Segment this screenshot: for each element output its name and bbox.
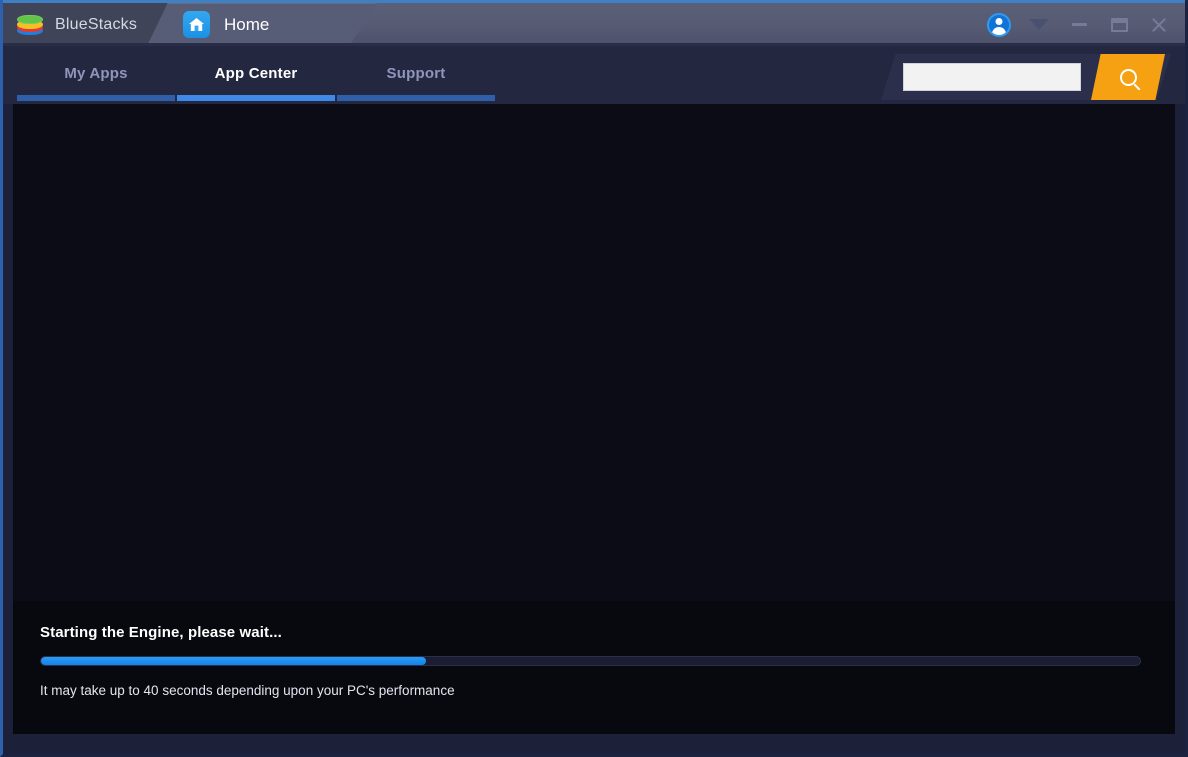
app-stage: [13, 104, 1175, 601]
search-icon: [1120, 69, 1137, 86]
account-avatar-icon[interactable]: [979, 3, 1019, 46]
window-bottom-strip: [3, 734, 1185, 754]
engine-loading-panel: Starting the Engine, please wait... It m…: [13, 601, 1175, 734]
navigation-tabs: My Apps App Center Support: [16, 46, 496, 104]
tab-support-label: Support: [387, 65, 446, 82]
content-area: Starting the Engine, please wait... It m…: [3, 104, 1185, 734]
tab-my-apps-label: My Apps: [64, 65, 127, 82]
loading-title: Starting the Engine, please wait...: [40, 624, 282, 641]
tab-app-center-underline: [177, 95, 335, 101]
search-area: [881, 54, 1171, 100]
close-icon[interactable]: [1139, 3, 1179, 46]
loading-subtitle: It may take up to 40 seconds depending u…: [40, 683, 455, 698]
search-button[interactable]: [1091, 54, 1165, 100]
tab-support[interactable]: Support: [336, 46, 496, 104]
navigation-bar: My Apps App Center Support: [3, 46, 1185, 106]
tab-app-center-label: App Center: [215, 65, 298, 82]
loading-progress-bar: [40, 656, 1141, 666]
window-tab-home[interactable]: Home: [147, 3, 377, 46]
title-bar: BlueStacks Home: [3, 0, 1185, 46]
window-tab-home-label: Home: [224, 15, 269, 35]
home-house-icon: [183, 11, 210, 38]
maximize-icon[interactable]: [1099, 3, 1139, 46]
tab-support-underline: [337, 95, 495, 101]
search-input[interactable]: [903, 63, 1081, 91]
tab-my-apps[interactable]: My Apps: [16, 46, 176, 104]
tab-app-center[interactable]: App Center: [176, 46, 336, 104]
loading-progress-fill: [41, 657, 426, 665]
bluestacks-window: BlueStacks Home: [0, 0, 1188, 757]
brand-slab: BlueStacks: [3, 3, 175, 46]
tab-my-apps-underline: [17, 95, 175, 101]
brand-name: BlueStacks: [55, 16, 137, 34]
chevron-down-icon[interactable]: [1019, 3, 1059, 46]
minimize-icon[interactable]: [1059, 3, 1099, 46]
bluestacks-layers-icon: [17, 14, 45, 36]
window-controls: [979, 3, 1179, 46]
